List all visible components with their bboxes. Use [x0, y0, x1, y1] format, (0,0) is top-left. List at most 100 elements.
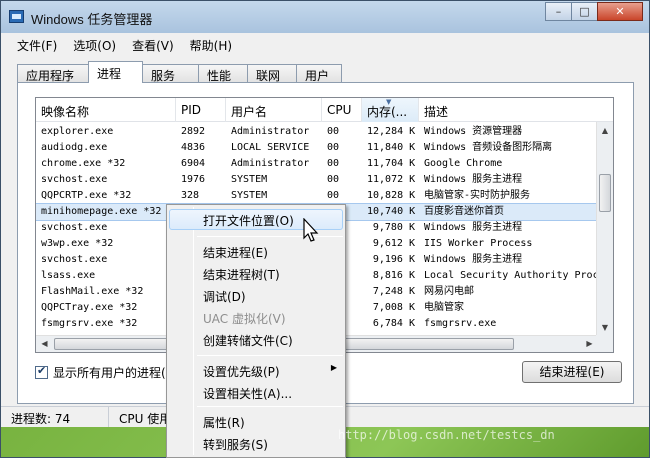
- menu-create-dump[interactable]: 创建转储文件(C): [169, 329, 343, 350]
- menu-view[interactable]: 查看(V): [124, 33, 182, 55]
- cell-memory: 7,008 K: [372, 302, 415, 313]
- window-controls: – □ ✕: [545, 2, 643, 22]
- cell-user: Administrator: [231, 126, 310, 137]
- cell-description: Windows 资源管理器: [424, 126, 523, 137]
- table-row[interactable]: chrome.exe *32 6904 Administrator 00 11,704 …: [36, 156, 606, 172]
- cell-pid: 4836: [181, 142, 206, 153]
- menu-set-priority-label: 设置优先级(P): [203, 365, 280, 379]
- cell-description: Local Security Authority Proc: [424, 270, 599, 281]
- menu-end-process-tree[interactable]: 结束进程树(T): [169, 263, 343, 284]
- vertical-scroll-thumb[interactable]: [599, 174, 611, 212]
- cell-cpu: 00: [327, 174, 340, 185]
- cell-image-name: explorer.exe: [41, 126, 114, 137]
- cell-pid: 1976: [181, 174, 206, 185]
- cell-description: Windows 服务主进程: [424, 174, 523, 185]
- process-count: 进程数: 74: [1, 407, 109, 427]
- cell-description: Windows 服务主进程: [424, 222, 523, 233]
- tab-users[interactable]: 用户: [296, 64, 342, 83]
- cell-memory: 10,740 K: [367, 206, 416, 217]
- cell-memory: 11,840 K: [367, 142, 416, 153]
- watermark: http://blog.csdn.net/testcs_dn: [338, 428, 555, 442]
- cell-image-name: minihomepage.exe *32: [41, 206, 162, 217]
- close-button[interactable]: ✕: [597, 2, 643, 21]
- tab-networking[interactable]: 联网: [247, 64, 297, 83]
- menu-debug[interactable]: 调试(D): [169, 285, 343, 306]
- menu-separator: [197, 406, 343, 407]
- cell-description: fsmgrsrv.exe: [424, 318, 497, 329]
- checkbox-checked-icon[interactable]: [35, 364, 48, 379]
- minimize-button[interactable]: –: [545, 2, 572, 21]
- table-row[interactable]: audiodg.exe 4836 LOCAL SERVICE 00 11,840 K Wi…: [36, 140, 606, 156]
- cell-description: 电脑管家-实时防护服务: [424, 190, 531, 201]
- cell-description: IIS Worker Process: [424, 238, 533, 249]
- window-title: Windows 任务管理器: [31, 12, 153, 27]
- mouse-pointer-icon: [303, 218, 319, 242]
- tab-processes[interactable]: 进程: [88, 61, 143, 83]
- submenu-arrow-icon: ▶: [330, 363, 337, 372]
- menu-file[interactable]: 文件(F): [9, 33, 65, 55]
- cell-memory: 11,704 K: [367, 158, 416, 169]
- table-row[interactable]: svchost.exe 1976 SYSTEM 00 11,072 K Windows 服…: [36, 172, 606, 188]
- menu-properties[interactable]: 属性(R): [169, 411, 343, 432]
- vertical-scrollbar[interactable]: ▲ ▼: [596, 122, 613, 336]
- task-manager-icon: [9, 10, 24, 23]
- list-header: 映像名称 PID 用户名 CPU ▼ 内存(... 描述: [36, 98, 613, 122]
- cell-image-name: fsmgrsrv.exe *32: [41, 318, 138, 329]
- tab-performance[interactable]: 性能: [198, 64, 248, 83]
- menu-end-process[interactable]: 结束进程(E): [169, 241, 343, 262]
- menu-go-to-service[interactable]: 转到服务(S): [169, 433, 343, 454]
- cell-image-name: lsass.exe: [41, 270, 96, 281]
- cell-user: Administrator: [231, 158, 310, 169]
- cell-memory: 6,784 K: [372, 318, 415, 329]
- cell-cpu: 00: [327, 126, 340, 137]
- cell-user: SYSTEM: [231, 190, 268, 201]
- menu-options[interactable]: 选项(O): [65, 33, 124, 55]
- menu-help[interactable]: 帮助(H): [182, 33, 240, 55]
- menu-set-priority[interactable]: 设置优先级(P) ▶: [169, 360, 343, 381]
- cell-description: Windows 音频设备图形隔离: [424, 142, 553, 153]
- tab-strip: 应用程序 进程 服务 性能 联网 用户: [17, 61, 342, 83]
- column-cpu[interactable]: CPU: [322, 98, 362, 122]
- maximize-button[interactable]: □: [571, 2, 598, 21]
- cell-description: 百度影音迷你首页: [424, 206, 504, 217]
- cell-image-name: chrome.exe *32: [41, 158, 126, 169]
- show-all-users-checkbox[interactable]: 显示所有用户的进程(S: [35, 364, 173, 381]
- cell-cpu: 00: [327, 158, 340, 169]
- menu-uac-virtualization: UAC 虚拟化(V): [203, 312, 286, 326]
- cell-image-name: audiodg.exe: [41, 142, 108, 153]
- tab-applications[interactable]: 应用程序: [17, 64, 89, 83]
- scroll-down-icon[interactable]: ▼: [597, 319, 613, 336]
- menu-bar: 文件(F) 选项(O) 查看(V) 帮助(H): [1, 33, 649, 55]
- cell-image-name: svchost.exe: [41, 254, 108, 265]
- show-all-users-label: 显示所有用户的进程(S: [53, 366, 174, 380]
- cell-memory: 12,284 K: [367, 126, 416, 137]
- cell-memory: 11,072 K: [367, 174, 416, 185]
- column-memory-label: 内存(...: [367, 105, 408, 119]
- table-row[interactable]: explorer.exe 2892 Administrator 00 12,284 K W…: [36, 124, 606, 140]
- cell-pid: 2892: [181, 126, 206, 137]
- column-description[interactable]: 描述: [419, 98, 613, 122]
- tab-services[interactable]: 服务: [142, 64, 199, 83]
- cell-description: Google Chrome: [424, 158, 503, 169]
- cell-image-name: QQPCTray.exe *32: [41, 302, 138, 313]
- menu-set-affinity[interactable]: 设置相关性(A)...: [169, 382, 343, 403]
- column-image-name[interactable]: 映像名称: [36, 98, 176, 122]
- column-memory[interactable]: ▼ 内存(...: [362, 98, 419, 122]
- cell-pid: 6904: [181, 158, 206, 169]
- cell-pid: 328: [181, 190, 200, 201]
- scroll-left-icon[interactable]: ◀: [36, 336, 53, 352]
- cell-cpu: 00: [327, 190, 340, 201]
- column-pid[interactable]: PID: [176, 98, 226, 122]
- cell-memory: 7,248 K: [372, 286, 415, 297]
- cell-memory: 10,828 K: [367, 190, 416, 201]
- menu-separator: [197, 355, 343, 356]
- cell-memory: 8,816 K: [372, 270, 415, 281]
- scroll-up-icon[interactable]: ▲: [597, 122, 613, 139]
- cell-user: SYSTEM: [231, 174, 268, 185]
- title-bar[interactable]: Windows 任务管理器 – □ ✕: [1, 1, 649, 33]
- table-row[interactable]: QQPCRTP.exe *32 328 SYSTEM 00 10,828 K 电脑管家-实…: [36, 188, 606, 204]
- cell-image-name: w3wp.exe *32: [41, 238, 114, 249]
- sort-down-icon: ▼: [386, 98, 392, 106]
- end-process-button[interactable]: 结束进程(E): [522, 361, 622, 383]
- column-user[interactable]: 用户名: [226, 98, 322, 122]
